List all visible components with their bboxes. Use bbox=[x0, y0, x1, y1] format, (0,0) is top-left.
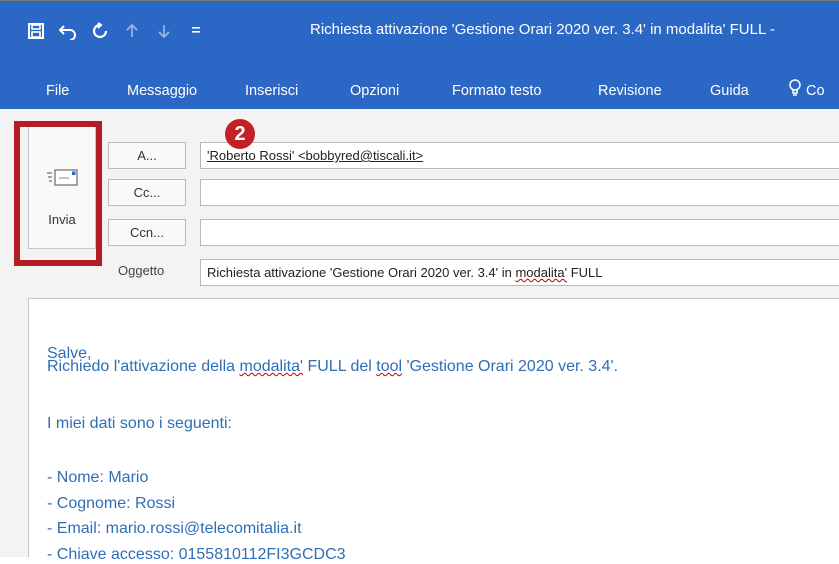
body-text: 'Gestione Orari 2020 ver. 3.4'. bbox=[402, 358, 619, 375]
tell-me-search[interactable]: Co bbox=[788, 79, 825, 107]
tell-me-label: Co bbox=[806, 82, 825, 99]
body-email: - Email: mario.rossi@telecomitalia.it bbox=[47, 520, 302, 537]
bcc-field[interactable] bbox=[200, 219, 839, 246]
message-body[interactable]: Salve, Richiedo l'attivazione della moda… bbox=[28, 298, 839, 563]
redo-icon[interactable] bbox=[84, 19, 116, 43]
body-chiave: - Chiave accesso: 0155810112FI3GCDC3 bbox=[47, 546, 346, 563]
body-misspelled-word: modalita' bbox=[239, 358, 304, 375]
to-button[interactable]: A... bbox=[108, 142, 186, 169]
lightbulb-icon bbox=[788, 79, 802, 103]
send-highlight-frame bbox=[14, 121, 102, 266]
subject-field[interactable]: Richiesta attivazione 'Gestione Orari 20… bbox=[200, 259, 839, 286]
customize-qat-icon[interactable] bbox=[180, 19, 212, 43]
tab-inserisci[interactable]: Inserisci bbox=[245, 81, 298, 109]
outlook-compose-window: Richiesta attivazione 'Gestione Orari 20… bbox=[0, 0, 839, 563]
to-field[interactable]: 'Roberto Rossi' <bobbyred@tiscali.it> bbox=[200, 142, 839, 169]
body-data-intro: I miei dati sono i seguenti: bbox=[47, 415, 232, 432]
body-misspelled-word: tool bbox=[376, 358, 403, 375]
ribbon-tabs: File Messaggio Inserisci Opzioni Formato… bbox=[0, 79, 839, 109]
cc-field[interactable] bbox=[200, 179, 839, 206]
body-text: FULL del bbox=[303, 358, 377, 375]
step-number-badge: 2 bbox=[225, 119, 255, 149]
body-nome: - Nome: Mario bbox=[47, 469, 149, 486]
tab-opzioni[interactable]: Opzioni bbox=[350, 81, 399, 109]
body-request-line: Richiedo l'attivazione della modalita' F… bbox=[47, 358, 618, 376]
subject-misspelled-word: modalita' bbox=[515, 265, 568, 280]
subject-text-start: Richiesta attivazione 'Gestione Orari 20… bbox=[207, 265, 516, 280]
up-arrow-icon[interactable] bbox=[116, 19, 148, 43]
tab-guida[interactable]: Guida bbox=[710, 81, 749, 109]
tab-revisione[interactable]: Revisione bbox=[598, 81, 662, 109]
body-text: Richiedo l'attivazione della bbox=[47, 358, 240, 375]
undo-icon[interactable] bbox=[52, 19, 84, 43]
quick-access-toolbar bbox=[20, 19, 212, 43]
to-recipient[interactable]: 'Roberto Rossi' <bobbyred@tiscali.it> bbox=[207, 148, 423, 163]
tab-messaggio[interactable]: Messaggio bbox=[127, 81, 197, 109]
bcc-button[interactable]: Ccn... bbox=[108, 219, 186, 246]
subject-label: Oggetto bbox=[118, 263, 165, 278]
save-icon[interactable] bbox=[20, 19, 52, 43]
subject-text-end: FULL bbox=[567, 265, 603, 280]
down-arrow-icon[interactable] bbox=[148, 19, 180, 43]
tab-file[interactable]: File bbox=[46, 81, 69, 109]
title-bar: Richiesta attivazione 'Gestione Orari 20… bbox=[0, 1, 839, 81]
cc-button[interactable]: Cc... bbox=[108, 179, 186, 206]
body-cognome: - Cognome: Rossi bbox=[47, 495, 176, 512]
tab-formato-testo[interactable]: Formato testo bbox=[452, 81, 541, 109]
window-title: Richiesta attivazione 'Gestione Orari 20… bbox=[310, 21, 775, 38]
